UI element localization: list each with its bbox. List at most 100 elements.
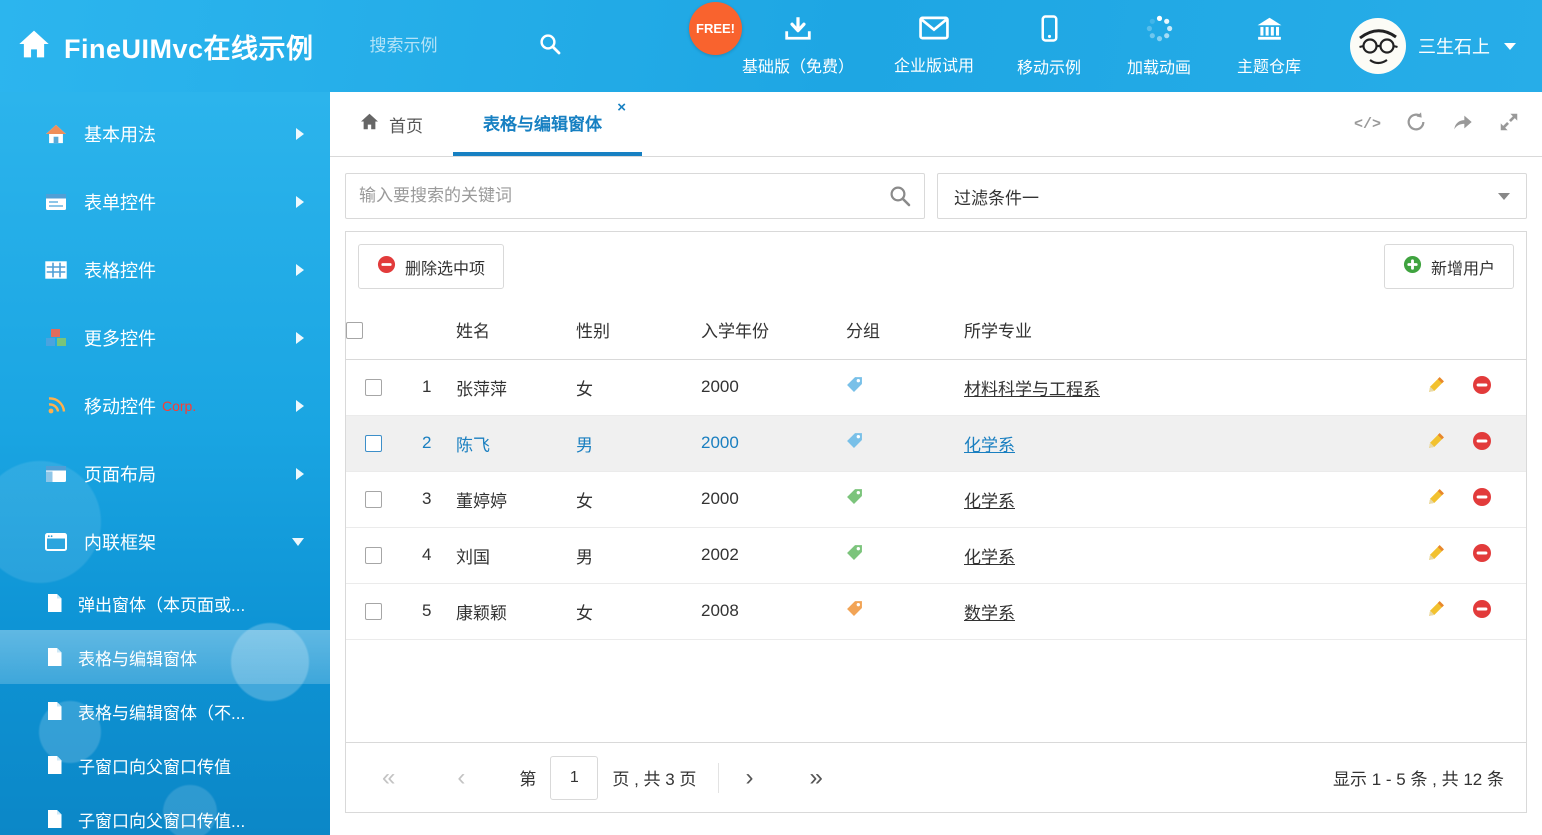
sidebar-item-mobile-controls[interactable]: 移动控件 Corp. [0,372,330,440]
header-nav: 基础版（免费） 企业版试用 移动示例 [742,15,1516,78]
page-number-input[interactable] [550,756,598,800]
filter-dropdown[interactable]: 过滤条件一 [937,173,1527,219]
sidebar-subitem-child-to-parent[interactable]: 子窗口向父窗口传值 [0,738,330,792]
row-checkbox[interactable] [365,379,382,396]
prev-page-button[interactable]: ‹ [457,766,465,790]
edit-button[interactable] [1427,599,1446,623]
source-code-button[interactable]: </> [1354,116,1381,133]
nav-label: 加载动画 [1127,54,1191,78]
pencil-icon [1427,487,1446,511]
delete-row-button[interactable] [1472,543,1492,568]
nav-basic-free[interactable]: 基础版（免费） [742,15,854,77]
next-page-button[interactable]: › [745,766,753,790]
major-link[interactable]: 化学系 [964,548,1015,567]
pencil-icon [1427,599,1446,623]
search-icon[interactable] [538,32,562,61]
edit-button[interactable] [1427,431,1446,455]
corp-badge: Corp. [162,398,196,414]
delete-row-button[interactable] [1472,487,1492,512]
delete-row-button[interactable] [1472,375,1492,400]
code-icon: </> [1354,116,1381,133]
table-icon [44,261,68,279]
user-menu[interactable]: 三生石上 [1350,18,1516,74]
tab-grid-edit-window[interactable]: 表格与编辑窗体 × [453,92,642,156]
nav-mobile-demo[interactable]: 移动示例 [1014,15,1084,78]
sidebar-item-basic-usage[interactable]: 基本用法 [0,100,330,168]
close-icon[interactable]: × [617,100,626,115]
major-link[interactable]: 材料科学与工程系 [964,380,1100,399]
row-number: 3 [422,489,431,508]
sidebar-subitem-grid-edit-window[interactable]: 表格与编辑窗体 [0,630,330,684]
sidebar-subitem-grid-edit-window-2[interactable]: 表格与编辑窗体（不... [0,684,330,738]
delete-row-button[interactable] [1472,599,1492,624]
spinner-icon [1146,15,1173,47]
header-search-input[interactable] [370,36,520,56]
column-header-major[interactable]: 所学专业 [964,301,1394,359]
pager-divider [718,763,719,793]
edit-button[interactable] [1427,487,1446,511]
row-number: 1 [422,377,431,396]
sidebar-item-page-layout[interactable]: 页面布局 [0,440,330,508]
cell-name: 康颖颖 [456,604,507,623]
add-user-button[interactable]: 新增用户 [1384,244,1514,289]
last-page-button[interactable]: » [809,766,822,790]
avatar [1350,18,1406,74]
cell-year: 2000 [701,489,739,508]
chevron-down-icon [1504,43,1516,50]
major-link[interactable]: 化学系 [964,492,1015,511]
column-header-gender[interactable]: 性别 [576,301,701,359]
table-row[interactable]: 3 董婷婷 女 2000 化学系 [346,471,1526,527]
nav-theme-store[interactable]: 主题仓库 [1234,15,1304,77]
sidebar-item-form-controls[interactable]: 表单控件 [0,168,330,236]
edit-button[interactable] [1427,543,1446,567]
cell-gender: 女 [576,604,593,623]
chevron-right-icon [296,196,304,208]
sidebar-item-iframe[interactable]: 内联框架 [0,508,330,576]
row-checkbox[interactable] [365,435,382,452]
sidebar-subitem-child-to-parent-2[interactable]: 子窗口向父窗口传值... [0,792,330,835]
table-row-selected[interactable]: 2 陈飞 男 2000 化学系 [346,415,1526,471]
delete-row-button[interactable] [1472,431,1492,456]
table-row[interactable]: 4 刘国 男 2002 化学系 [346,527,1526,583]
search-icon[interactable] [888,184,912,213]
header-search [370,32,562,61]
fullscreen-button[interactable] [1498,111,1520,138]
sidebar-subitem-label: 子窗口向父窗口传值 [78,753,231,778]
keyword-input[interactable] [345,173,925,219]
column-header-name[interactable]: 姓名 [456,301,576,359]
row-checkbox[interactable] [365,603,382,620]
sidebar-item-label: 内联框架 [84,529,156,555]
row-checkbox[interactable] [365,491,382,508]
column-header-year[interactable]: 入学年份 [701,301,846,359]
major-link[interactable]: 数学系 [964,604,1015,623]
home-icon [360,113,379,135]
table-row[interactable]: 1 张萍萍 女 2000 材料科学与工程系 [346,359,1526,415]
sidebar-item-more-controls[interactable]: 更多控件 [0,304,330,372]
major-link[interactable]: 化学系 [964,436,1015,455]
select-all-checkbox[interactable] [346,322,363,339]
main-area: 首页 表格与编辑窗体 × </> [330,92,1542,835]
app-logo[interactable]: FineUIMvc在线示例 [18,27,314,66]
cell-gender: 男 [576,436,593,455]
sidebar-subitem-popup-window[interactable]: 弹出窗体（本页面或... [0,576,330,630]
row-number: 4 [422,545,431,564]
refresh-button[interactable] [1405,111,1427,138]
first-page-button[interactable]: « [382,766,395,790]
column-header-group[interactable]: 分组 [846,301,964,359]
cell-gender: 女 [576,492,593,511]
sidebar-item-grid-controls[interactable]: 表格控件 [0,236,330,304]
nav-loading-animation[interactable]: 加载动画 [1124,15,1194,78]
row-checkbox[interactable] [365,547,382,564]
nav-enterprise-trial[interactable]: 企业版试用 [894,16,974,76]
tab-home[interactable]: 首页 [330,92,453,156]
sidebar-item-label: 移动控件 [84,393,156,419]
share-button[interactable] [1451,111,1474,138]
sidebar-subitem-label: 表格与编辑窗体 [78,645,197,670]
signal-icon [44,396,68,416]
edit-button[interactable] [1427,375,1446,399]
table-row[interactable]: 5 康颖颖 女 2008 数学系 [346,583,1526,639]
delete-selected-button[interactable]: 删除选中项 [358,244,504,289]
nav-label: 企业版试用 [894,52,974,76]
top-header: FineUIMvc在线示例 FREE! 基础版（免费） 企业版试用 [0,0,1542,92]
cell-year: 2008 [701,601,739,620]
